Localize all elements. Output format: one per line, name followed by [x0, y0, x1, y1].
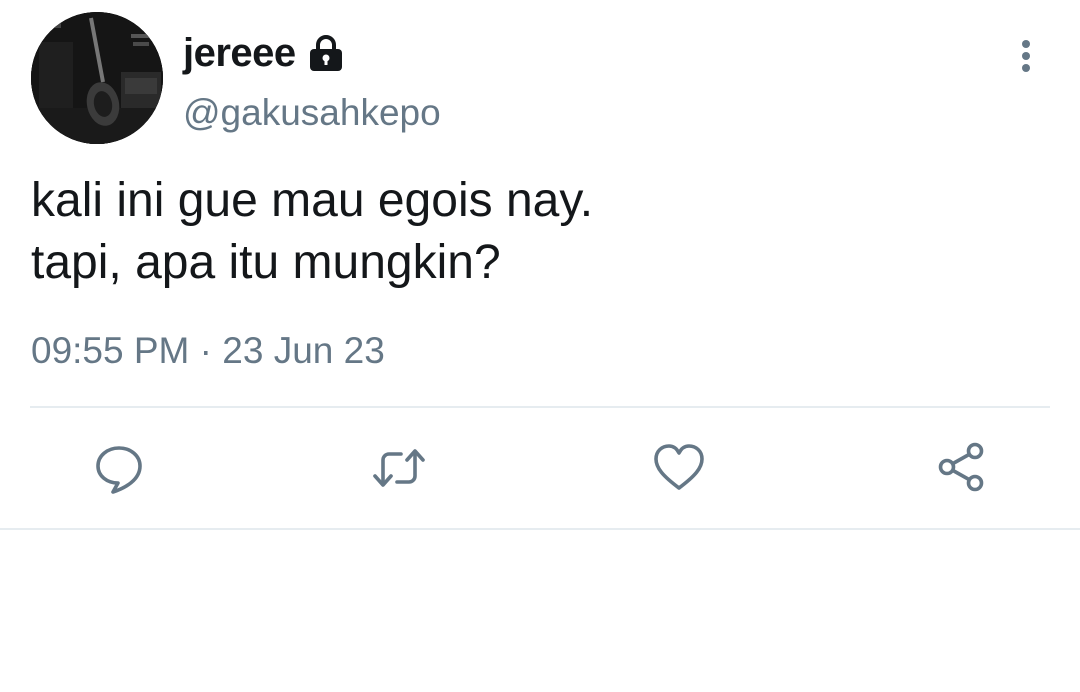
like-button[interactable]	[651, 440, 707, 496]
tweet-time: 09:55 PM	[31, 330, 190, 371]
tweet-text-line: tapi, apa itu mungkin?	[31, 236, 501, 289]
like-icon	[654, 444, 704, 490]
divider	[30, 406, 1050, 408]
retweet-button[interactable]	[371, 440, 427, 496]
meta-separator: ·	[199, 330, 212, 371]
avatar[interactable]	[31, 12, 163, 144]
share-icon	[938, 442, 984, 492]
guitar-photo-avatar	[31, 12, 163, 144]
retweet-icon	[373, 449, 425, 487]
action-bar	[0, 440, 1080, 496]
divider	[0, 528, 1080, 530]
tweet-timestamp[interactable]: 09:55 PM · 23 Jun 23	[31, 330, 385, 372]
more-vertical-icon[interactable]	[1006, 36, 1046, 76]
handle[interactable]: @gakusahkepo	[183, 92, 441, 134]
share-button[interactable]	[933, 440, 989, 496]
reply-button[interactable]	[91, 440, 147, 496]
tweet-text: kali ini gue mau egois nay. tapi, apa it…	[31, 170, 593, 294]
tweet-text-line: kali ini gue mau egois nay.	[31, 174, 594, 227]
author-name-row: jereee	[183, 28, 346, 78]
reply-icon	[96, 446, 142, 494]
tweet-date: 23 Jun 23	[222, 330, 385, 371]
lock-icon	[306, 33, 346, 73]
display-name[interactable]: jereee	[183, 31, 296, 76]
